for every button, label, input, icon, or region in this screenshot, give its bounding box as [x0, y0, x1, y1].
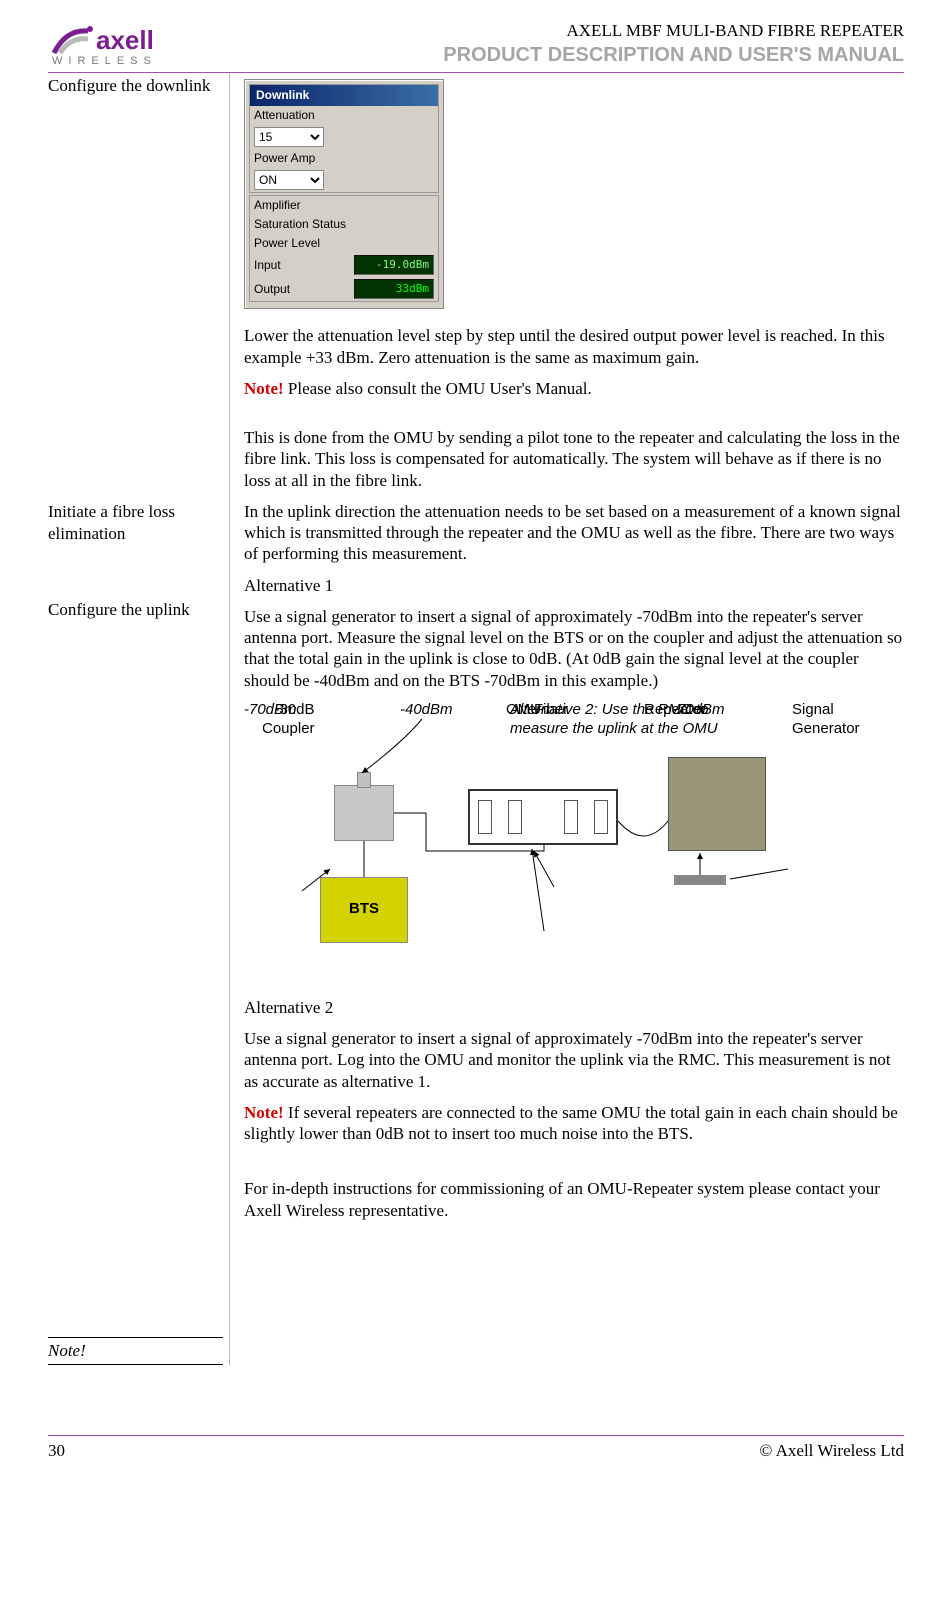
side-note-label: Note!	[48, 1337, 223, 1364]
doc-title-large: PRODUCT DESCRIPTION AND USER'S MANUAL	[443, 43, 904, 68]
doc-title-small: AXELL MBF MULI-BAND FIBRE REPEATER	[443, 20, 904, 41]
document-title-block: AXELL MBF MULI-BAND FIBRE REPEATER PRODU…	[443, 20, 904, 68]
amplifier-label: Amplifier	[254, 198, 434, 213]
diagram-coupler-box	[334, 785, 394, 841]
side-column: Configure the downlink Initiate a fibre …	[48, 73, 230, 1364]
note-prefix: Note!	[244, 379, 284, 398]
diagram-label-alt2: Alternative 2: Use the RMC to measure th…	[510, 701, 770, 739]
logo-icon	[48, 23, 94, 57]
diagram-label-70a: -70dBm	[244, 701, 297, 720]
attenuation-select[interactable]: 15	[254, 127, 324, 147]
logo-text: axell	[96, 24, 154, 57]
diagram-siggen-box	[674, 875, 726, 885]
note-text: Please also consult the OMU User's Manua…	[284, 379, 592, 398]
page-header: axell WIRELESS AXELL MBF MULI-BAND FIBRE…	[48, 20, 904, 68]
output-label: Output	[254, 282, 348, 297]
downlink-panel: Downlink Attenuation 15 Power Amp ON	[244, 79, 444, 309]
diagram-bts-box: BTS	[320, 877, 408, 943]
fibreloss-paragraph: This is done from the OMU by sending a p…	[244, 427, 904, 491]
attenuation-label: Attenuation	[254, 108, 434, 123]
downlink-note: Note! Please also consult the OMU User's…	[244, 378, 904, 399]
side-entry-uplink: Configure the uplink	[48, 599, 223, 1309]
alt1-text: Use a signal generator to insert a signa…	[244, 606, 904, 691]
diagram-omu-box	[468, 789, 618, 845]
note2-prefix: Note!	[244, 1103, 284, 1122]
diagram-label-40dbm: -40dBm	[400, 701, 453, 720]
diagram-label-siggen: Signal Generator	[792, 701, 860, 739]
alt1-title: Alternative 1	[244, 575, 904, 596]
input-readout: -19.0dBm	[354, 255, 434, 275]
powerlevel-label: Power Level	[254, 236, 434, 251]
uplink-note: Note! If several repeaters are connected…	[244, 1102, 904, 1145]
main-column: Downlink Attenuation 15 Power Amp ON	[230, 73, 904, 1364]
uplink-intro: In the uplink direction the attenuation …	[244, 501, 904, 565]
copyright: © Axell Wireless Ltd	[759, 1440, 904, 1461]
input-label: Input	[254, 258, 348, 273]
logo: axell WIRELESS	[48, 23, 157, 69]
signal-diagram: -40dBm Repeater OMU -30dB Coupler -70dBm…	[244, 701, 884, 981]
alt2-title: Alternative 2	[244, 997, 904, 1018]
output-readout: 33dBm	[354, 279, 434, 299]
downlink-paragraph: Lower the attenuation level step by step…	[244, 325, 904, 368]
panel-titlebar: Downlink	[250, 85, 438, 106]
note2-text: If several repeaters are connected to th…	[244, 1103, 898, 1143]
page-footer: 30 © Axell Wireless Ltd	[48, 1435, 904, 1461]
saturation-label: Saturation Status	[254, 217, 434, 232]
alt2-text: Use a signal generator to insert a signa…	[244, 1028, 904, 1092]
final-paragraph: For in-depth instructions for commission…	[244, 1178, 904, 1221]
side-entry-downlink: Configure the downlink	[48, 75, 223, 473]
poweramp-select[interactable]: ON	[254, 170, 324, 190]
diagram-repeater-box	[668, 757, 766, 851]
poweramp-label: Power Amp	[254, 151, 434, 166]
side-entry-fibreloss: Initiate a fibre loss elimination	[48, 501, 223, 571]
page-number: 30	[48, 1440, 65, 1461]
